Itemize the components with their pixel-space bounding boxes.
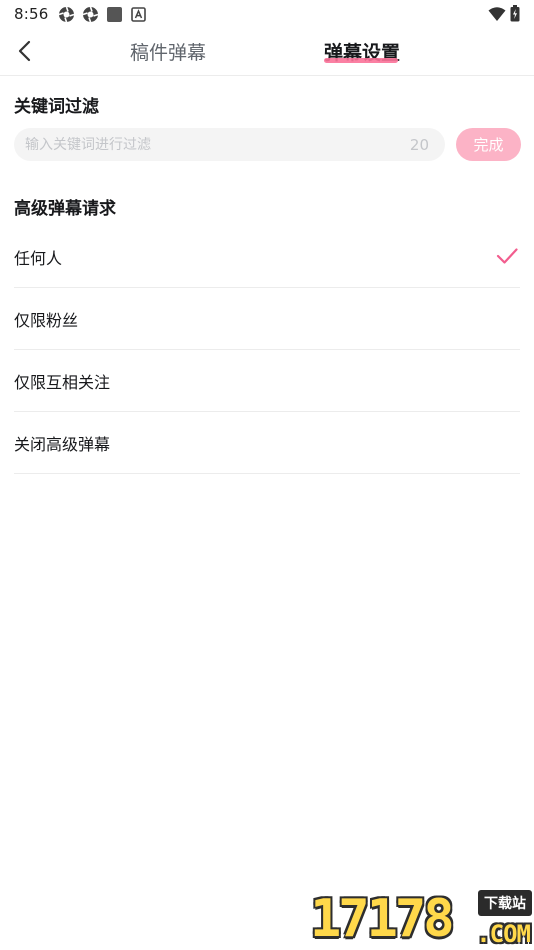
wifi-icon — [488, 6, 506, 26]
aperture-icon — [58, 6, 75, 23]
option-fans-only[interactable]: 仅限粉丝 — [14, 288, 520, 350]
option-close-advanced[interactable]: 关闭高级弹幕 — [14, 412, 520, 474]
option-mutual-follow-only[interactable]: 仅限互相关注 — [14, 350, 520, 412]
status-bar: 8:56 — [0, 0, 534, 28]
square-app-icon — [106, 6, 123, 23]
watermark-domain: .COM — [476, 920, 531, 948]
a-badge-icon — [130, 6, 147, 23]
watermark-number: 17178 — [310, 889, 455, 949]
site-watermark-logo: 17178 下载站 .COM — [310, 888, 534, 950]
back-button[interactable] — [8, 34, 42, 68]
status-notification-icons — [58, 6, 147, 23]
top-nav-header: 稿件弹幕 弹幕设置 — [0, 28, 534, 76]
battery-charging-icon — [510, 5, 520, 26]
active-tab-indicator — [324, 58, 398, 63]
keyword-filter-title: 关键词过滤 — [14, 97, 99, 117]
option-label: 仅限互相关注 — [14, 372, 111, 392]
status-system-icons — [488, 5, 520, 26]
option-anyone[interactable]: 任何人 — [14, 226, 520, 288]
aperture-icon — [82, 6, 99, 23]
keyword-input-container: 20 — [14, 128, 445, 161]
option-label: 关闭高级弹幕 — [14, 434, 111, 454]
watermark-tag: 下载站 — [478, 890, 532, 916]
option-label: 仅限粉丝 — [14, 310, 79, 330]
chevron-left-icon — [18, 40, 31, 62]
status-time: 8:56 — [14, 5, 49, 23]
advanced-danmaku-title: 高级弹幕请求 — [14, 199, 116, 219]
keyword-char-count: 20 — [409, 135, 429, 154]
keyword-filter-input[interactable] — [25, 136, 410, 153]
option-label: 任何人 — [14, 248, 63, 268]
advanced-danmaku-options: 任何人 仅限粉丝 仅限互相关注 关闭高级弹幕 — [14, 226, 520, 474]
checkmark-icon — [496, 248, 518, 264]
done-button[interactable]: 完成 — [456, 128, 521, 161]
tab-manuscript-danmaku[interactable]: 稿件弹幕 — [130, 38, 206, 65]
